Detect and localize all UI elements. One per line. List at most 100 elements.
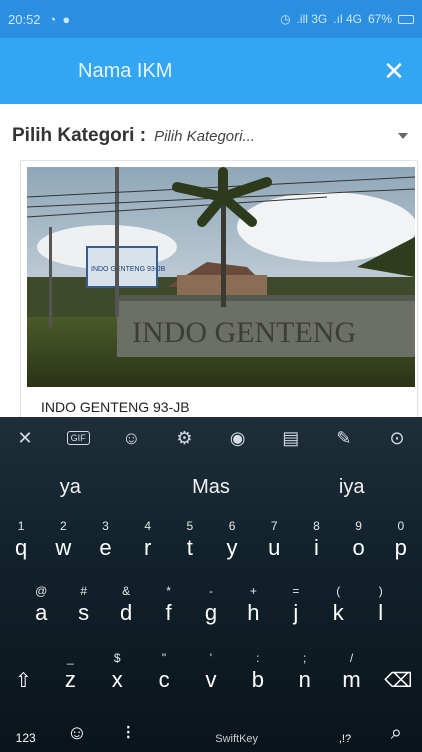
key-label: x — [111, 667, 123, 692]
close-icon[interactable]: ✕ — [8, 421, 42, 455]
key-hint: 7 — [270, 519, 278, 533]
sticker-icon[interactable]: ☺ — [114, 421, 148, 455]
close-icon[interactable]: ✕ — [378, 55, 410, 87]
key-b[interactable]: :b — [240, 649, 276, 697]
key-hint: : — [256, 651, 260, 665]
key-j[interactable]: = j — [278, 582, 314, 630]
punctuation-key[interactable]: ,!? — [327, 701, 363, 749]
pin-icon[interactable]: ✎ — [327, 421, 361, 455]
theme-icon[interactable]: ◉ — [221, 421, 255, 455]
key-i[interactable]: 8i — [298, 517, 334, 565]
category-select[interactable]: Pilih Kategori... — [154, 128, 255, 145]
key-o[interactable]: 9o — [341, 517, 377, 565]
ikm-card[interactable]: INDO GENTENG INDO GENTENG 93-JB INDO GEN… — [20, 160, 418, 420]
page-title: Nama IKM — [78, 59, 173, 82]
wifi-icon: ◔ — [48, 11, 57, 27]
key-label: e — [99, 535, 112, 560]
key-hint: # — [80, 584, 87, 598]
key-hint: = — [292, 584, 300, 598]
key-hint: 9 — [355, 519, 362, 533]
key-hint: ) — [378, 584, 383, 598]
key-a[interactable]: @ a — [23, 582, 59, 630]
key-label: i — [313, 535, 319, 560]
key-label: d — [119, 600, 133, 625]
key-q[interactable]: 1q — [3, 517, 39, 565]
app-bar: Nama IKM ✕ — [0, 38, 422, 104]
key-m[interactable]: / m — [334, 649, 370, 697]
keyboard: ✕ GIF ☺ ⚙ ◉ ▤ ✎ ⊙ ya Mas iya 1q2w3e4r5t6… — [0, 417, 422, 752]
settings-icon[interactable]: ⚙ — [167, 421, 201, 455]
battery-icon — [398, 14, 414, 24]
key-g[interactable]: -g — [193, 582, 229, 630]
key-label: m — [342, 667, 361, 692]
key-hint: - — [208, 584, 213, 598]
category-filter[interactable]: Pilih Kategori : Pilih Kategori... — [0, 118, 422, 154]
backspace-icon[interactable]: ⌫ — [380, 649, 416, 697]
shift-key[interactable]: ⇧ — [5, 649, 41, 697]
key-hint: ( — [336, 584, 341, 598]
key-r[interactable]: 4r — [130, 517, 166, 565]
keyboard-toolbar: ✕ GIF ☺ ⚙ ◉ ▤ ✎ ⊙ — [0, 417, 422, 459]
key-label: r — [143, 535, 152, 560]
key-u[interactable]: 7u — [256, 517, 292, 565]
key-h[interactable]: + h — [235, 582, 271, 630]
key-row-1: 1q2w3e4r5t6y7u8i9o0p — [0, 517, 422, 565]
notification-icon: ● — [62, 11, 71, 27]
key-label: n — [298, 667, 311, 692]
key-label: s — [78, 600, 90, 625]
key-label: p — [394, 535, 407, 560]
status-right: ◷ .ill 3G .ıl 4G 67% — [280, 12, 414, 26]
suggestion-bar: ya Mas iya — [0, 459, 422, 515]
key-v[interactable]: ' v — [193, 649, 229, 697]
search-icon[interactable]: ⌕ — [378, 701, 414, 749]
key-p[interactable]: 0p — [383, 517, 419, 565]
key-label: y — [226, 535, 238, 560]
key-hint: ; — [303, 651, 307, 665]
key-hint: / — [349, 651, 354, 665]
key-l[interactable]: ) l — [363, 582, 399, 630]
key-hint: ' — [209, 651, 213, 665]
alarm-icon: ◷ — [280, 12, 291, 26]
card-title: INDO GENTENG 93-JB — [41, 399, 190, 415]
key-t[interactable]: 5t — [172, 517, 208, 565]
key-label: h — [247, 600, 260, 625]
gif-icon[interactable]: GIF — [61, 421, 95, 455]
key-hint: 4 — [144, 519, 151, 533]
key-c[interactable]: " c — [146, 649, 182, 697]
key-y[interactable]: 6y — [214, 517, 250, 565]
sign-text: INDO GENTENG 93-JB — [91, 266, 166, 273]
location-icon[interactable]: ⊙ — [380, 421, 414, 455]
space-key[interactable]: SwiftKey — [162, 701, 312, 749]
key-x[interactable]: $ x — [99, 649, 135, 697]
key-label: j — [293, 600, 299, 625]
key-hint: 1 — [17, 519, 25, 533]
clipboard-icon[interactable]: ▤ — [274, 421, 308, 455]
chevron-down-icon[interactable] — [398, 133, 408, 139]
suggestion-1[interactable]: ya — [0, 476, 141, 499]
key-row-2: @ a # s & d * f - g + h = j(k) l — [0, 582, 422, 630]
key-label: f — [165, 600, 172, 625]
suggestion-2[interactable]: Mas — [141, 476, 282, 499]
key-s[interactable]: # s — [66, 582, 102, 630]
key-hint: 5 — [186, 519, 194, 533]
key-hint: 0 — [397, 519, 405, 533]
signal-4g: .ıl 4G — [333, 12, 362, 26]
key-n[interactable]: ; n — [287, 649, 323, 697]
roadside-photo: INDO GENTENG INDO GENTENG 93-JB — [27, 167, 415, 387]
signal-3g: .ill 3G — [296, 12, 328, 26]
key-z[interactable]: _ z — [52, 649, 88, 697]
key-row-4: 123 ☺ ⁝ SwiftKey ,!? ⌕ — [0, 703, 422, 747]
suggestion-3[interactable]: iya — [281, 476, 422, 499]
emoji-icon[interactable]: ☺ — [59, 701, 95, 749]
key-label: u — [268, 535, 281, 560]
mic-icon[interactable]: ⁝ — [110, 701, 146, 749]
key-row-3: ⇧ _ z $ x " c ' v: b; n / m ⌫ — [0, 649, 422, 697]
numbers-key[interactable]: 123 — [8, 701, 44, 749]
key-e[interactable]: 3e — [87, 517, 123, 565]
key-f[interactable]: * f — [151, 582, 187, 630]
key-w[interactable]: 2w — [45, 517, 81, 565]
status-bar: 20:52 ◔ ● ◷ .ill 3G .ıl 4G 67% — [0, 0, 422, 38]
key-hint: & — [122, 584, 131, 598]
key-k[interactable]: (k — [320, 582, 356, 630]
key-d[interactable]: & d — [108, 582, 144, 630]
